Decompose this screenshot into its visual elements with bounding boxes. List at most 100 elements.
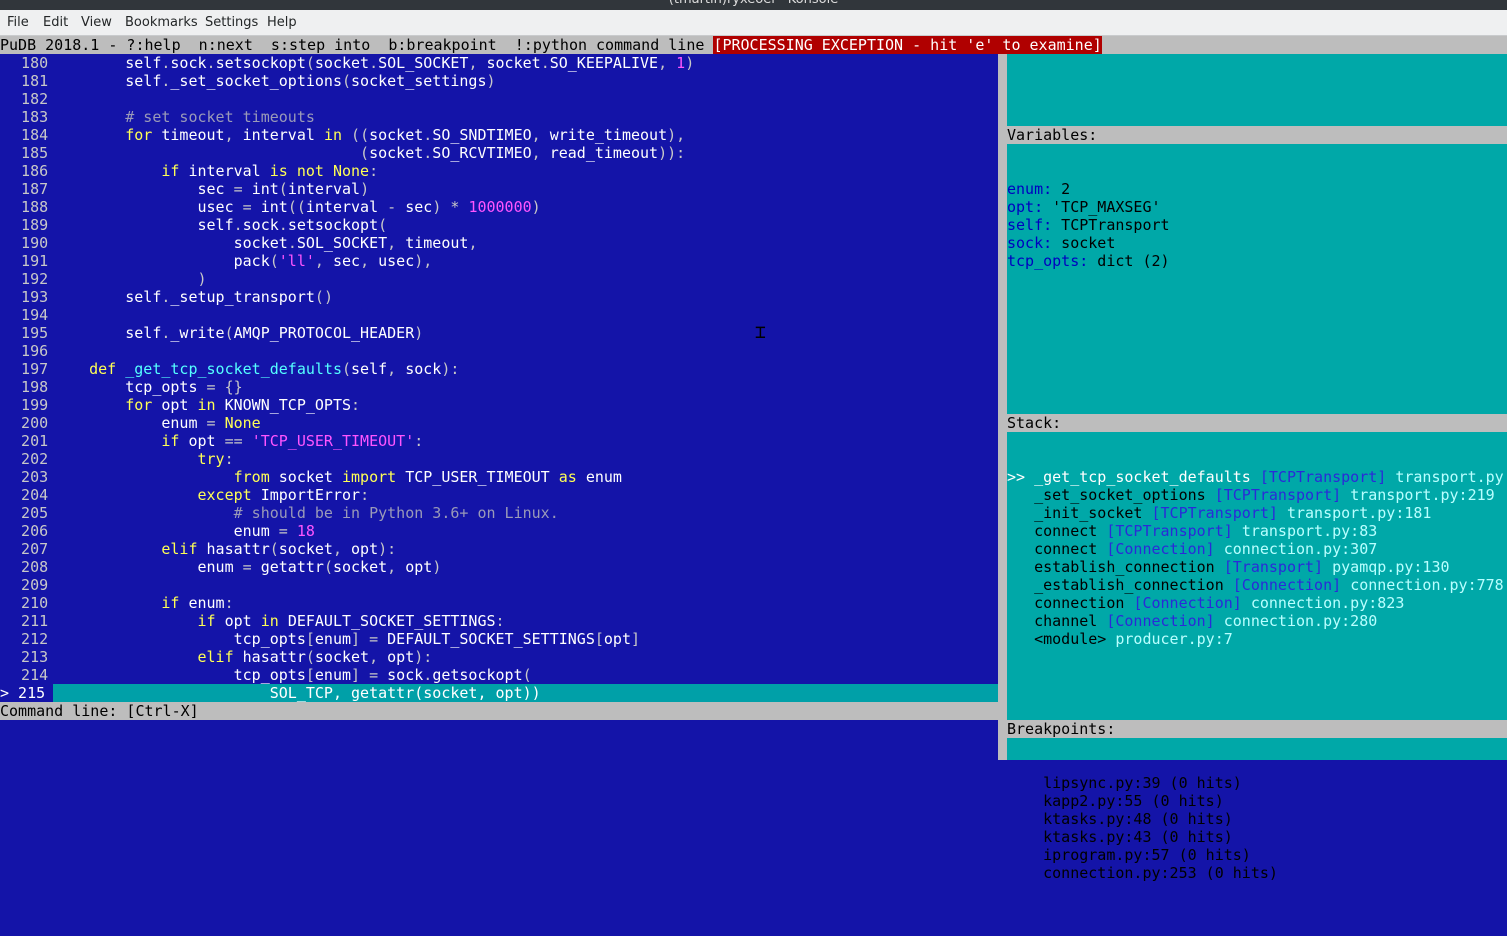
breakpoint-item[interactable]: ktasks.py:48 (0 hits) bbox=[1007, 810, 1507, 828]
line-number[interactable]: 201 bbox=[0, 432, 53, 450]
breakpoint-item[interactable]: ktasks.py:43 (0 hits) bbox=[1007, 828, 1507, 846]
line-number[interactable]: 191 bbox=[0, 252, 53, 270]
line-number[interactable]: 205 bbox=[0, 504, 53, 522]
code-line[interactable]: 214 tcp_opts[enum] = sock.getsockopt( bbox=[0, 666, 998, 684]
line-number[interactable]: 183 bbox=[0, 108, 53, 126]
line-number[interactable]: 190 bbox=[0, 234, 53, 252]
line-number[interactable]: 198 bbox=[0, 378, 53, 396]
breakpoint-item[interactable]: kapp2.py:55 (0 hits) bbox=[1007, 792, 1507, 810]
code-line[interactable]: 188 usec = int((interval - sec) * 100000… bbox=[0, 198, 998, 216]
code-line[interactable]: 194 bbox=[0, 306, 998, 324]
code-line[interactable]: 191 pack('ll', sec, usec), bbox=[0, 252, 998, 270]
stack-frame[interactable]: establish_connection [Transport] pyamqp.… bbox=[1007, 558, 1507, 576]
stack-frame-selected[interactable]: >> _get_tcp_socket_defaults [TCPTranspor… bbox=[1007, 468, 1507, 486]
line-number[interactable]: 193 bbox=[0, 288, 53, 306]
menu-file[interactable]: File bbox=[7, 10, 29, 35]
line-number[interactable]: 214 bbox=[0, 666, 53, 684]
line-number[interactable]: 194 bbox=[0, 306, 53, 324]
variables-list[interactable]: enum: 2 opt: 'TCP_MAXSEG' self: TCPTranspo… bbox=[1007, 180, 1507, 270]
code-line[interactable]: 182 bbox=[0, 90, 998, 108]
stack-frame[interactable]: _set_socket_options [TCPTransport] trans… bbox=[1007, 486, 1507, 504]
line-number[interactable]: 196 bbox=[0, 342, 53, 360]
code-line[interactable]: 204 except ImportError: bbox=[0, 486, 998, 504]
pane-divider[interactable] bbox=[998, 54, 1007, 760]
line-number[interactable]: 203 bbox=[0, 468, 53, 486]
code-line[interactable]: 207 elif hasattr(socket, opt): bbox=[0, 540, 998, 558]
line-number[interactable]: 208 bbox=[0, 558, 53, 576]
code-line[interactable]: 196 bbox=[0, 342, 998, 360]
line-number[interactable]: 195 bbox=[0, 324, 53, 342]
code-line[interactable]: 186 if interval is not None: bbox=[0, 162, 998, 180]
code-line[interactable]: 210 if enum: bbox=[0, 594, 998, 612]
variable-item[interactable]: enum: 2 bbox=[1007, 180, 1507, 198]
line-number[interactable]: 206 bbox=[0, 522, 53, 540]
menu-view[interactable]: View bbox=[81, 10, 112, 35]
line-number[interactable]: 185 bbox=[0, 144, 53, 162]
code-line[interactable]: 211 if opt in DEFAULT_SOCKET_SETTINGS: bbox=[0, 612, 998, 630]
code-line[interactable]: 206 enum = 18 bbox=[0, 522, 998, 540]
code-line[interactable]: 180 self.sock.setsockopt(socket.SOL_SOCK… bbox=[0, 54, 998, 72]
command-line-input[interactable] bbox=[0, 720, 998, 760]
code-line[interactable]: 183 # set socket timeouts bbox=[0, 108, 998, 126]
variable-item[interactable]: self: TCPTransport bbox=[1007, 216, 1507, 234]
stack-frame[interactable]: <module> producer.py:7 bbox=[1007, 630, 1507, 648]
line-number[interactable]: 209 bbox=[0, 576, 53, 594]
menu-help[interactable]: Help bbox=[267, 10, 297, 35]
code-line[interactable]: 199 for opt in KNOWN_TCP_OPTS: bbox=[0, 396, 998, 414]
line-number[interactable]: 199 bbox=[0, 396, 53, 414]
code-line[interactable]: 189 self.sock.setsockopt( bbox=[0, 216, 998, 234]
stack-frame[interactable]: _init_socket [TCPTransport] transport.py… bbox=[1007, 504, 1507, 522]
line-number[interactable]: > 215 bbox=[0, 684, 53, 702]
code-line[interactable]: 192 ) bbox=[0, 270, 998, 288]
code-line[interactable]: 209 bbox=[0, 576, 998, 594]
line-number[interactable]: 188 bbox=[0, 198, 53, 216]
line-number[interactable]: 213 bbox=[0, 648, 53, 666]
line-number[interactable]: 184 bbox=[0, 126, 53, 144]
code-line[interactable]: 187 sec = int(interval) bbox=[0, 180, 998, 198]
code-line[interactable]: 205 # should be in Python 3.6+ on Linux. bbox=[0, 504, 998, 522]
line-number[interactable]: 207 bbox=[0, 540, 53, 558]
exception-banner[interactable]: [PROCESSING EXCEPTION - hit 'e' to exami… bbox=[713, 36, 1102, 54]
line-number[interactable]: 202 bbox=[0, 450, 53, 468]
stack-frame[interactable]: _establish_connection [Connection] conne… bbox=[1007, 576, 1507, 594]
breakpoint-item[interactable]: connection.py:253 (0 hits) bbox=[1007, 864, 1507, 882]
code-line[interactable]: 212 tcp_opts[enum] = DEFAULT_SOCKET_SETT… bbox=[0, 630, 998, 648]
variable-item[interactable]: opt: 'TCP_MAXSEG' bbox=[1007, 198, 1507, 216]
code-line[interactable]: 203 from socket import TCP_USER_TIMEOUT … bbox=[0, 468, 998, 486]
line-number[interactable]: 197 bbox=[0, 360, 53, 378]
stack-list[interactable]: >> _get_tcp_socket_defaults [TCPTranspor… bbox=[1007, 468, 1507, 648]
variable-item[interactable]: sock: socket bbox=[1007, 234, 1507, 252]
line-number[interactable]: 180 bbox=[0, 54, 53, 72]
line-number[interactable]: 186 bbox=[0, 162, 53, 180]
code-line[interactable]: 185 (socket.SO_RCVTIMEO, read_timeout)): bbox=[0, 144, 998, 162]
source-code-view[interactable]: 180 self.sock.setsockopt(socket.SOL_SOCK… bbox=[0, 54, 998, 702]
line-number[interactable]: 212 bbox=[0, 630, 53, 648]
code-line[interactable]: 195 self._write(AMQP_PROTOCOL_HEADER) bbox=[0, 324, 998, 342]
code-line[interactable]: 213 elif hasattr(socket, opt): bbox=[0, 648, 998, 666]
current-code-line[interactable]: > 215 SOL_TCP, getattr(socket, opt)) bbox=[0, 684, 998, 702]
code-line[interactable]: 181 self._set_socket_options(socket_sett… bbox=[0, 72, 998, 90]
line-number[interactable]: 189 bbox=[0, 216, 53, 234]
variable-item[interactable]: tcp_opts: dict (2) bbox=[1007, 252, 1507, 270]
line-number[interactable]: 211 bbox=[0, 612, 53, 630]
menu-edit[interactable]: Edit bbox=[43, 10, 68, 35]
stack-frame[interactable]: connect [TCPTransport] transport.py:83 bbox=[1007, 522, 1507, 540]
code-line[interactable]: 193 self._setup_transport() bbox=[0, 288, 998, 306]
stack-frame[interactable]: channel [Connection] connection.py:280 bbox=[1007, 612, 1507, 630]
menu-settings[interactable]: Settings bbox=[205, 10, 258, 35]
stack-frame[interactable]: connection [Connection] connection.py:82… bbox=[1007, 594, 1507, 612]
code-line[interactable]: 184 for timeout, interval in ((socket.SO… bbox=[0, 126, 998, 144]
breakpoint-item[interactable]: lipsync.py:39 (0 hits) bbox=[1007, 774, 1507, 792]
code-line[interactable]: 190 socket.SOL_SOCKET, timeout, bbox=[0, 234, 998, 252]
code-line[interactable]: 202 try: bbox=[0, 450, 998, 468]
code-line[interactable]: 201 if opt == 'TCP_USER_TIMEOUT': bbox=[0, 432, 998, 450]
line-number[interactable]: 187 bbox=[0, 180, 53, 198]
line-number[interactable]: 182 bbox=[0, 90, 53, 108]
line-number[interactable]: 210 bbox=[0, 594, 53, 612]
breakpoint-item[interactable]: iprogram.py:57 (0 hits) bbox=[1007, 846, 1507, 864]
code-line[interactable]: 197 def _get_tcp_socket_defaults(self, s… bbox=[0, 360, 998, 378]
menu-bookmarks[interactable]: Bookmarks bbox=[125, 10, 198, 35]
code-line[interactable]: 208 enum = getattr(socket, opt) bbox=[0, 558, 998, 576]
stack-frame[interactable]: connect [Connection] connection.py:307 bbox=[1007, 540, 1507, 558]
breakpoints-list[interactable]: lipsync.py:39 (0 hits) kapp2.py:55 (0 hi… bbox=[1007, 774, 1507, 882]
